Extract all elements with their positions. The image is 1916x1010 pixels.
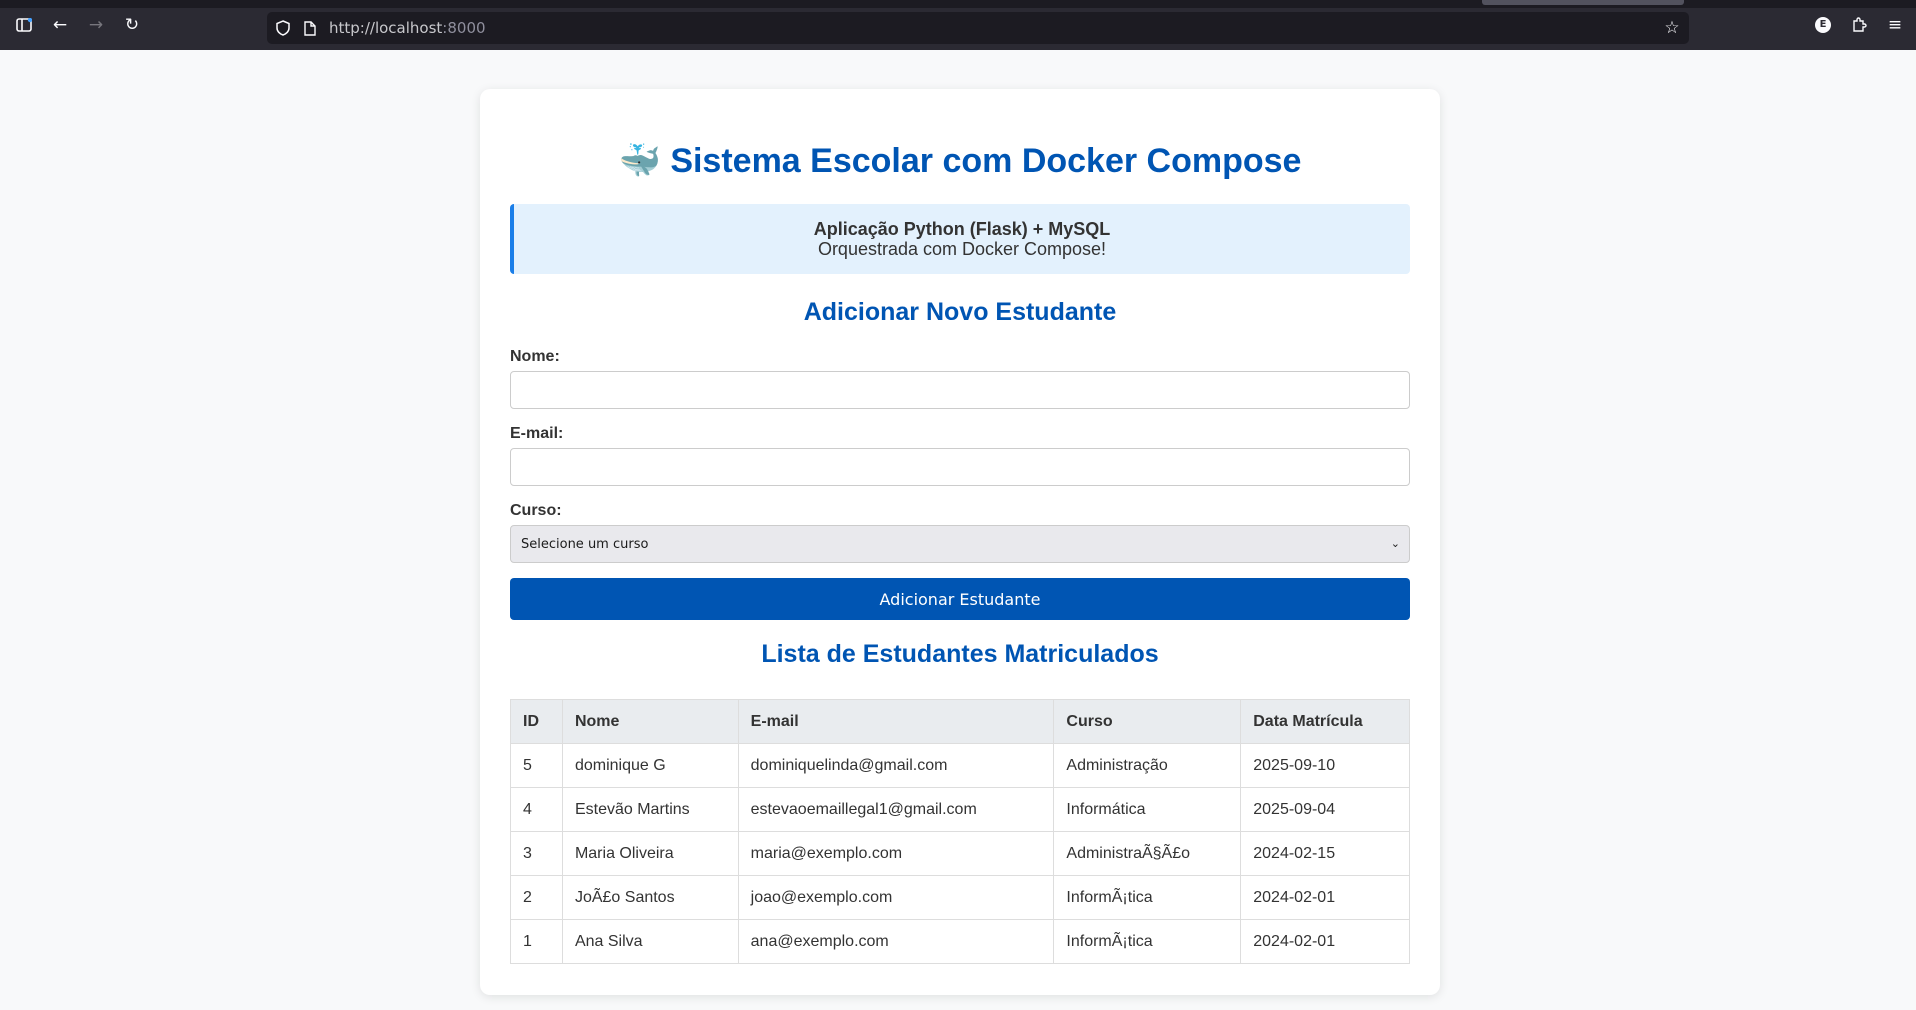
cell-id: 1 [510,919,563,964]
address-bar[interactable]: http://localhost:8000 ☆ [267,12,1689,44]
table-row: 1 Ana Silva ana@exemplo.com InformÃ¡tica… [510,919,1410,964]
reload-icon[interactable]: ↻ [121,14,143,36]
url-port: :8000 [442,19,486,37]
cell-id: 4 [510,787,563,832]
url-text[interactable]: http://localhost:8000 [329,19,486,37]
cell-course: InformÃ¡tica [1053,919,1242,964]
list-heading: Lista de Estudantes Matriculados [761,640,1159,668]
col-email-header: E-mail [737,699,1055,744]
cell-date: 2024-02-01 [1240,919,1410,964]
col-date-header: Data Matrícula [1240,699,1410,744]
students-table: ID Nome E-mail Curso Data Matrícula 5 do… [510,699,1410,964]
col-course-header: Curso [1053,699,1242,744]
cell-date: 2025-09-04 [1240,787,1410,832]
sidebar-toggle-icon[interactable] [13,14,35,36]
col-id-header: ID [510,699,563,744]
main-container: 🐳 Sistema Escolar com Docker Compose Apl… [480,89,1440,995]
extensions-puzzle-icon[interactable] [1848,14,1870,36]
back-icon[interactable]: ← [49,14,71,36]
email-input[interactable] [510,448,1410,486]
course-select[interactable]: Selecione um curso ⌄ [510,525,1410,563]
cell-id: 5 [510,743,563,788]
name-label: Nome: [510,348,560,365]
cell-date: 2024-02-15 [1240,831,1410,876]
cell-id: 2 [510,875,563,920]
col-name-header: Nome [561,699,739,744]
page-icon[interactable] [300,18,320,38]
cell-date: 2025-09-10 [1240,743,1410,788]
info-orchestration: Orquestrada com Docker Compose! [817,239,1107,259]
cell-name: Estevão Martins [561,787,739,832]
cell-course: InformÃ¡tica [1053,875,1242,920]
url-host: http://localhost [329,19,443,37]
whale-icon: 🐳 [618,141,661,181]
page-title-text: Sistema Escolar com Docker Compose [670,142,1302,180]
name-input[interactable] [510,371,1410,409]
cell-name: JoÃ£o Santos [561,875,739,920]
cell-name: Maria Oliveira [561,831,739,876]
bookmark-star-icon[interactable]: ☆ [1662,18,1682,38]
course-label: Curso: [510,502,562,519]
page-title: 🐳 Sistema Escolar com Docker Compose [480,141,1440,181]
browser-toolbar: ← → ↻ http://localhost:8000 ☆ E ≡ [0,0,1916,50]
add-student-button[interactable]: Adicionar Estudante [510,578,1410,620]
table-row: 2 JoÃ£o Santos joao@exemplo.com InformÃ¡… [510,875,1410,920]
cell-course: Informática [1053,787,1242,832]
cell-email: maria@exemplo.com [737,831,1055,876]
info-box: Aplicação Python (Flask) + MySQL Orquest… [510,204,1410,274]
table-row: 4 Estevão Martins estevaoemaillegal1@gma… [510,787,1410,832]
extension-icon[interactable]: E [1812,14,1834,36]
form-heading: Adicionar Novo Estudante [803,298,1117,326]
info-stack: Aplicação Python (Flask) + MySQL [813,219,1111,239]
menu-icon[interactable]: ≡ [1884,14,1906,36]
chevron-down-icon: ⌄ [1390,537,1400,550]
browser-tab[interactable] [1482,0,1684,5]
cell-name: dominique G [561,743,739,788]
cell-email: joao@exemplo.com [737,875,1055,920]
cell-id: 3 [510,831,563,876]
cell-name: Ana Silva [561,919,739,964]
shield-icon[interactable] [273,18,293,38]
cell-email: ana@exemplo.com [737,919,1055,964]
table-header-row: ID Nome E-mail Curso Data Matrícula [510,699,1410,744]
cell-course: Administração [1053,743,1242,788]
course-select-value: Selecione um curso [521,537,649,552]
table-row: 3 Maria Oliveira maria@exemplo.com Admin… [510,831,1410,876]
cell-course: AdministraÃ§Ã£o [1053,831,1242,876]
table-row: 5 dominique G dominiquelinda@gmail.com A… [510,743,1410,788]
cell-date: 2024-02-01 [1240,875,1410,920]
cell-email: estevaoemaillegal1@gmail.com [737,787,1055,832]
email-label: E-mail: [510,425,564,442]
cell-email: dominiquelinda@gmail.com [737,743,1055,788]
forward-icon[interactable]: → [85,14,107,36]
